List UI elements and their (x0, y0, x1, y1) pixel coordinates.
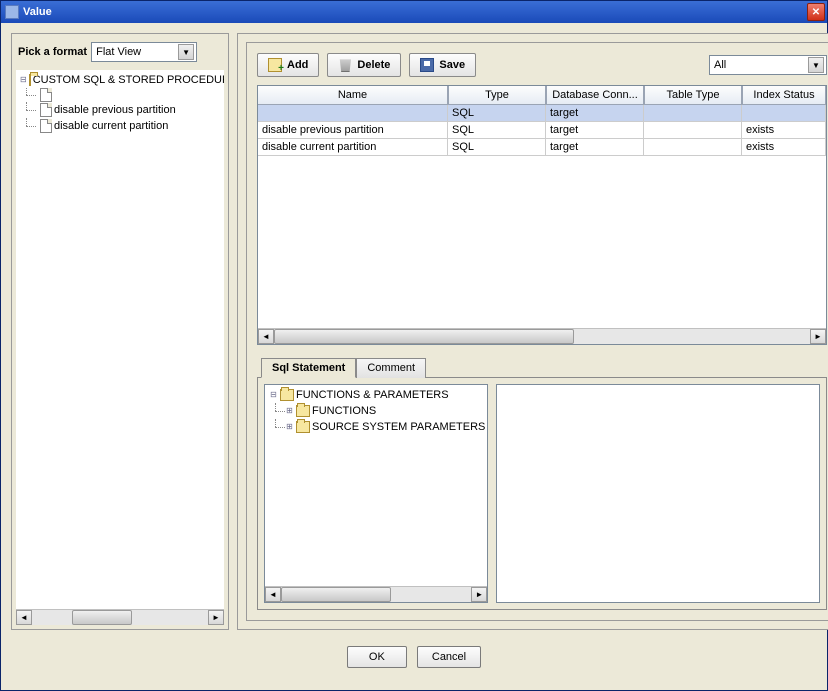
tree-hscrollbar[interactable]: ◄ ► (16, 609, 224, 625)
table-cell[interactable] (644, 105, 742, 122)
collapse-handle-icon[interactable]: ⊟ (20, 76, 27, 85)
table-cell[interactable]: disable current partition (258, 139, 448, 156)
table-hscrollbar[interactable]: ◄ ► (258, 328, 826, 344)
scroll-left-button[interactable]: ◄ (265, 587, 281, 602)
folder-icon (280, 389, 294, 401)
chevron-down-icon: ▼ (178, 44, 194, 60)
delete-button-label: Delete (357, 59, 390, 71)
tree-item[interactable]: ⊞ FUNCTIONS (267, 403, 485, 419)
tree-root-label: FUNCTIONS & PARAMETERS (296, 387, 449, 403)
table-cell[interactable] (644, 139, 742, 156)
scroll-right-button[interactable]: ► (810, 329, 826, 344)
cancel-button[interactable]: Cancel (417, 646, 481, 668)
titlebar[interactable]: Value ✕ (1, 1, 827, 23)
format-combo-value: Flat View (96, 46, 141, 58)
col-header[interactable]: Type (448, 86, 546, 105)
table-row[interactable]: disable current partitionSQLtarget exists (258, 139, 826, 156)
file-icon (40, 119, 52, 133)
tree-item[interactable] (18, 88, 222, 102)
tab-comment[interactable]: Comment (356, 358, 426, 378)
table-cell[interactable]: SQL (448, 122, 546, 139)
tree-item-label: disable current partition (54, 118, 168, 134)
tree-item[interactable]: disable current partition (18, 118, 222, 134)
scroll-left-button[interactable]: ◄ (258, 329, 274, 344)
dialog-buttons: OK Cancel (11, 636, 817, 680)
functions-tree-pane[interactable]: ⊟ FUNCTIONS & PARAMETERS ⊞ FUNCTIONS (264, 384, 488, 603)
scroll-thumb[interactable] (281, 587, 391, 602)
ok-button-label: OK (369, 651, 385, 663)
tree-root-label: CUSTOM SQL & STORED PROCEDURES (33, 72, 224, 88)
save-button-label: Save (439, 59, 465, 71)
table-cell[interactable]: exists (742, 122, 826, 139)
functions-hscrollbar[interactable]: ◄ ► (265, 586, 487, 602)
tree-item-label: SOURCE SYSTEM PARAMETERS (312, 419, 485, 435)
tree-item-label: disable previous partition (54, 102, 176, 118)
ok-button[interactable]: OK (347, 646, 407, 668)
table-cell[interactable]: target (546, 122, 644, 139)
filter-combo[interactable]: All ▼ (709, 55, 827, 75)
value-dialog: Value ✕ Pick a format Flat View ▼ ⊟ (0, 0, 828, 691)
tab-label: Sql Statement (272, 362, 345, 374)
tree-root[interactable]: ⊟ CUSTOM SQL & STORED PROCEDURES (18, 72, 222, 88)
col-header[interactable]: Database Conn... (546, 86, 644, 105)
window-icon (5, 5, 19, 19)
detail-tabs: Sql Statement Comment ⊟ (257, 357, 827, 610)
scroll-left-button[interactable]: ◄ (16, 610, 32, 625)
tab-label: Comment (367, 362, 415, 374)
format-panel: Pick a format Flat View ▼ ⊟ CUSTOM SQL &… (11, 33, 229, 630)
file-icon (40, 103, 52, 117)
main-panel: Add Delete Save All ▼ (237, 33, 828, 630)
format-combo[interactable]: Flat View ▼ (91, 42, 197, 62)
filter-combo-value: All (714, 59, 726, 71)
toolbar: Add Delete Save All ▼ (257, 53, 827, 77)
delete-button[interactable]: Delete (327, 53, 401, 77)
table-row[interactable]: disable previous partitionSQLtarget exist… (258, 122, 826, 139)
scroll-thumb[interactable] (274, 329, 574, 344)
add-icon (268, 58, 282, 72)
col-header[interactable]: Index Status (742, 86, 826, 105)
col-header[interactable]: Table Type (644, 86, 742, 105)
chevron-down-icon: ▼ (808, 57, 824, 73)
folder-icon (296, 405, 310, 417)
tree-item-label: FUNCTIONS (312, 403, 376, 419)
scroll-thumb[interactable] (72, 610, 132, 625)
tree-root[interactable]: ⊟ FUNCTIONS & PARAMETERS (267, 387, 485, 403)
save-button[interactable]: Save (409, 53, 476, 77)
table-cell[interactable]: SQL (448, 139, 546, 156)
table-cell[interactable] (742, 105, 826, 122)
sql-editor-pane[interactable] (496, 384, 820, 603)
tree-item[interactable]: ⊞ SOURCE SYSTEM PARAMETERS (267, 419, 485, 435)
file-icon (40, 88, 52, 102)
trash-icon (338, 58, 352, 72)
add-button-label: Add (287, 59, 308, 71)
table-cell[interactable]: target (546, 105, 644, 122)
format-label: Pick a format (18, 46, 87, 58)
window-title: Value (23, 6, 807, 18)
table-cell[interactable] (258, 105, 448, 122)
scroll-right-button[interactable]: ► (208, 610, 224, 625)
expand-handle-icon[interactable]: ⊞ (285, 407, 294, 416)
collapse-handle-icon[interactable]: ⊟ (269, 391, 278, 400)
expand-handle-icon[interactable]: ⊞ (285, 423, 294, 432)
content-area: Pick a format Flat View ▼ ⊟ CUSTOM SQL &… (1, 23, 827, 690)
tree-item[interactable]: disable previous partition (18, 102, 222, 118)
folder-icon (29, 74, 31, 86)
add-button[interactable]: Add (257, 53, 319, 77)
close-button[interactable]: ✕ (807, 3, 825, 21)
col-header[interactable]: Name (258, 86, 448, 105)
table-cell[interactable]: exists (742, 139, 826, 156)
table-cell[interactable]: disable previous partition (258, 122, 448, 139)
table-cell[interactable]: SQL (448, 105, 546, 122)
table-header-row: Name Type Database Conn... Table Type In… (258, 86, 826, 105)
format-tree[interactable]: ⊟ CUSTOM SQL & STORED PROCEDURES disable… (16, 70, 224, 625)
scroll-right-button[interactable]: ► (471, 587, 487, 602)
table-row[interactable]: SQLtarget (258, 105, 826, 122)
table-cell[interactable]: target (546, 139, 644, 156)
tab-sql-statement[interactable]: Sql Statement (261, 358, 356, 378)
sql-table[interactable]: Name Type Database Conn... Table Type In… (257, 85, 827, 345)
cancel-button-label: Cancel (432, 651, 466, 663)
save-icon (420, 58, 434, 72)
folder-icon (296, 421, 310, 433)
table-cell[interactable] (644, 122, 742, 139)
